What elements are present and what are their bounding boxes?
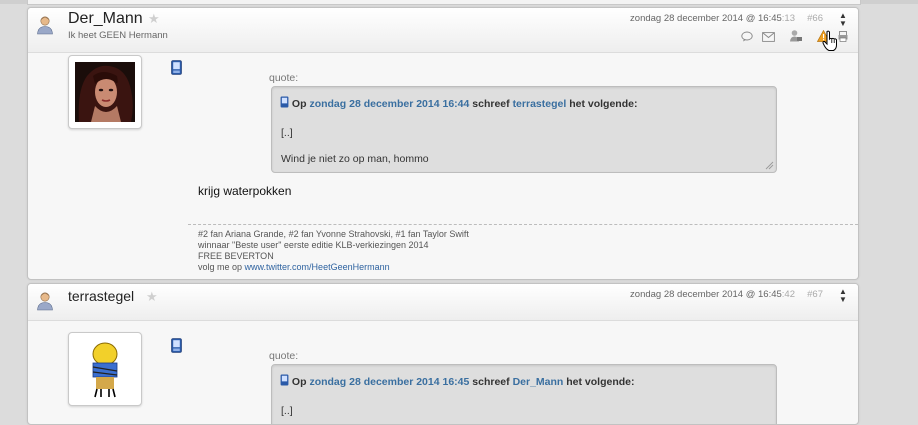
avatar[interactable] xyxy=(68,55,142,129)
post-number[interactable]: #67 xyxy=(807,289,823,300)
forum-post: terrastegel ★ zondag 28 december 2014 @ … xyxy=(27,283,859,425)
username-link[interactable]: Der_Mann xyxy=(68,10,143,28)
hand-cursor-icon xyxy=(822,30,837,51)
quote-line: Wind je niet zo op man, hommo xyxy=(281,153,429,165)
signature-line: winnaar "Beste user" eerste editie KLB-v… xyxy=(198,240,429,250)
user-profile-icon[interactable] xyxy=(789,29,803,47)
twitter-link[interactable]: www.twitter.com/HeetGeenHermann xyxy=(245,262,390,272)
quote-user-link[interactable]: terrastegel xyxy=(513,98,567,110)
post-date: zondag 28 december 2014 @ 16:45 xyxy=(630,289,782,300)
mobile-device-icon xyxy=(171,338,182,353)
post-date: zondag 28 december 2014 @ 16:45 xyxy=(630,13,782,24)
signature-line: #2 fan Ariana Grande, #2 fan Yvonne Stra… xyxy=(198,229,469,239)
user-icon xyxy=(37,292,53,311)
star-icon[interactable]: ★ xyxy=(148,11,160,27)
quote-date-link[interactable]: zondag 28 december 2014 16:45 xyxy=(309,376,469,388)
signature: #2 fan Ariana Grande, #2 fan Yvonne Stra… xyxy=(198,229,469,273)
forum-post: Der_Mann ★ Ik heet GEEN Hermann zondag 2… xyxy=(27,7,859,280)
quote-suffix: het volgende: xyxy=(569,98,638,110)
mobile-device-icon xyxy=(280,374,289,386)
printer-icon[interactable] xyxy=(838,29,848,47)
signature-link-prefix: volg me op xyxy=(198,262,243,272)
arrow-down-icon[interactable]: ▼ xyxy=(836,20,850,28)
user-icon xyxy=(37,16,53,35)
post-header: Der_Mann ★ Ik heet GEEN Hermann zondag 2… xyxy=(28,8,858,53)
star-icon[interactable]: ★ xyxy=(146,289,158,305)
previous-post-bottom xyxy=(27,0,861,5)
quote-middle: schreef xyxy=(472,98,510,110)
post-number[interactable]: #66 xyxy=(807,13,823,24)
quote-date-link[interactable]: zondag 28 december 2014 16:44 xyxy=(309,98,469,110)
signature-line: volg me op www.twitter.com/HeetGeenHerma… xyxy=(198,262,469,273)
quote-label: quote: xyxy=(269,72,299,84)
quote-line: [..] xyxy=(281,127,293,139)
envelope-icon[interactable] xyxy=(761,29,775,47)
quote-prefix: Op xyxy=(291,98,307,110)
quote-block: Op zondag 28 december 2014 16:44 schreef… xyxy=(271,86,777,173)
quote-user-link[interactable]: Der_Mann xyxy=(513,376,564,388)
quote-label: quote: xyxy=(269,350,299,362)
mobile-device-icon xyxy=(171,60,182,75)
quote-block: Op zondag 28 december 2014 16:45 schreef… xyxy=(271,364,777,424)
post-seconds: :13 xyxy=(781,13,795,24)
quote-middle: schreef xyxy=(472,376,510,388)
avatar[interactable] xyxy=(68,332,142,406)
quote-line: [..] xyxy=(281,405,293,417)
arrow-down-icon[interactable]: ▼ xyxy=(836,296,850,304)
quote-suffix: het volgende: xyxy=(566,376,635,388)
post-datetime[interactable]: zondag 28 december 2014 @ 16:45:42 xyxy=(630,289,795,300)
quote-prefix: Op xyxy=(291,376,307,388)
post-datetime[interactable]: zondag 28 december 2014 @ 16:45:13 xyxy=(630,13,795,24)
mobile-device-icon xyxy=(280,96,289,108)
signature-divider xyxy=(188,224,858,225)
avatar-image xyxy=(75,62,135,122)
username-link[interactable]: terrastegel xyxy=(68,288,134,304)
post-nav-arrows[interactable]: ▲ ▼ xyxy=(836,12,850,28)
user-title: Ik heet GEEN Hermann xyxy=(68,30,168,41)
resize-grip-icon[interactable] xyxy=(764,160,774,170)
post-nav-arrows[interactable]: ▲ ▼ xyxy=(836,288,850,304)
post-seconds: :42 xyxy=(781,289,795,300)
quote-header: Op zondag 28 december 2014 16:45 schreef… xyxy=(280,374,635,388)
avatar-image xyxy=(75,339,135,399)
post-body: krijg waterpokken xyxy=(198,184,292,198)
reply-icon[interactable] xyxy=(741,29,753,47)
post-header: terrastegel ★ zondag 28 december 2014 @ … xyxy=(28,284,858,321)
quote-header: Op zondag 28 december 2014 16:44 schreef… xyxy=(280,96,637,110)
signature-line: FREE BEVERTON xyxy=(198,251,274,261)
